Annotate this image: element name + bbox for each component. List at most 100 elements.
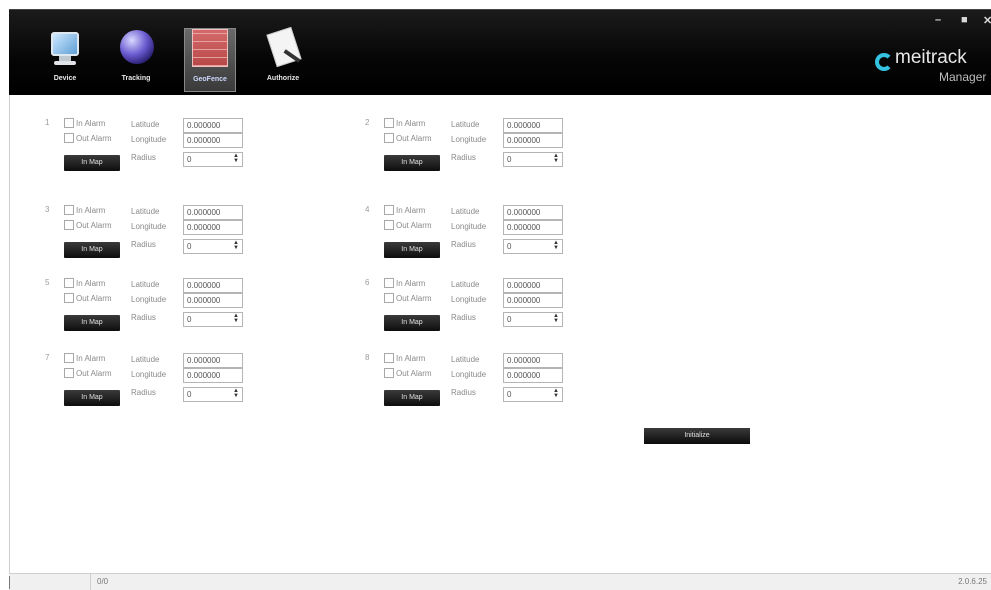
longitude-label: Longitude — [131, 295, 167, 304]
spinner-arrows-icon[interactable]: ▲ ▼ — [233, 240, 239, 251]
in-alarm-label: In Alarm — [396, 278, 426, 288]
globe-icon — [116, 28, 156, 68]
spinner-arrows-icon[interactable]: ▲ ▼ — [233, 313, 239, 324]
out-alarm-checkbox[interactable]: Out Alarm — [384, 133, 432, 143]
out-alarm-checkbox[interactable]: Out Alarm — [64, 133, 112, 143]
document-icon — [263, 26, 303, 68]
fence-number: 7 — [45, 353, 50, 362]
spinner-arrows-icon[interactable]: ▲ ▼ — [553, 388, 559, 399]
in-map-button[interactable]: In Map — [64, 390, 120, 406]
spinner-arrows-icon[interactable]: ▲ ▼ — [233, 388, 239, 399]
in-alarm-checkbox[interactable]: In Alarm — [64, 118, 105, 128]
spinner-arrows-icon[interactable]: ▲ ▼ — [553, 313, 559, 324]
checkbox-icon — [64, 368, 74, 378]
longitude-label: Longitude — [131, 222, 167, 231]
radius-spinner[interactable]: 0 ▲ ▼ — [503, 387, 563, 402]
longitude-input[interactable]: 0.000000 — [503, 133, 563, 148]
in-map-button[interactable]: In Map — [384, 390, 440, 406]
latitude-input[interactable]: 0.000000 — [183, 205, 243, 220]
radius-spinner[interactable]: 0 ▲ ▼ — [183, 239, 243, 254]
in-map-button[interactable]: In Map — [384, 242, 440, 258]
radius-label: Radius — [451, 153, 476, 162]
in-map-button[interactable]: In Map — [64, 315, 120, 331]
longitude-input[interactable]: 0.000000 — [503, 368, 563, 383]
initialize-button[interactable]: Initialize — [644, 428, 750, 444]
in-map-button[interactable]: In Map — [64, 242, 120, 258]
fence-number: 8 — [365, 353, 370, 362]
out-alarm-checkbox[interactable]: Out Alarm — [64, 293, 112, 303]
in-alarm-checkbox[interactable]: In Alarm — [64, 353, 105, 363]
nav-authorize-label: Authorize — [266, 75, 300, 82]
latitude-label: Latitude — [451, 355, 480, 364]
latitude-input[interactable]: 0.000000 — [503, 278, 563, 293]
nav-tracking[interactable]: Tracking — [110, 28, 162, 92]
in-map-button[interactable]: In Map — [384, 155, 440, 171]
window-top-border — [0, 0, 991, 9]
in-alarm-checkbox[interactable]: In Alarm — [64, 278, 105, 288]
longitude-input[interactable]: 0.000000 — [183, 293, 243, 308]
in-alarm-checkbox[interactable]: In Alarm — [384, 278, 425, 288]
out-alarm-checkbox[interactable]: Out Alarm — [64, 220, 112, 230]
brick-wall-icon — [190, 29, 230, 69]
spinner-arrows-icon[interactable]: ▲ ▼ — [553, 153, 559, 164]
nav-authorize[interactable]: Authorize — [257, 26, 309, 92]
checkbox-icon — [64, 205, 74, 215]
nav-device[interactable]: Device — [39, 28, 91, 92]
radius-spinner[interactable]: 0 ▲ ▼ — [503, 312, 563, 327]
radius-spinner[interactable]: 0 ▲ ▼ — [503, 239, 563, 254]
latitude-input[interactable]: 0.000000 — [183, 278, 243, 293]
radius-label: Radius — [451, 313, 476, 322]
in-alarm-label: In Alarm — [76, 353, 106, 363]
in-alarm-checkbox[interactable]: In Alarm — [384, 118, 425, 128]
radius-spinner[interactable]: 0 ▲ ▼ — [183, 152, 243, 167]
geofence-block: 8 In Alarm Out Alarm Latitude Longitude … — [365, 353, 665, 419]
in-alarm-checkbox[interactable]: In Alarm — [64, 205, 105, 215]
geofence-block: 6 In Alarm Out Alarm Latitude Longitude … — [365, 278, 665, 344]
geofence-block: 7 In Alarm Out Alarm Latitude Longitude … — [45, 353, 345, 419]
latitude-input[interactable]: 0.000000 — [503, 205, 563, 220]
latitude-label: Latitude — [131, 120, 160, 129]
geofence-block: 5 In Alarm Out Alarm Latitude Longitude … — [45, 278, 345, 344]
out-alarm-checkbox[interactable]: Out Alarm — [384, 368, 432, 378]
longitude-input[interactable]: 0.000000 — [503, 293, 563, 308]
latitude-input[interactable]: 0.000000 — [503, 353, 563, 368]
in-map-button[interactable]: In Map — [64, 155, 120, 171]
nav-geofence[interactable]: GeoFence — [184, 28, 236, 92]
in-alarm-checkbox[interactable]: In Alarm — [384, 353, 425, 363]
longitude-label: Longitude — [451, 135, 487, 144]
checkbox-icon — [384, 220, 394, 230]
checkbox-icon — [384, 368, 394, 378]
latitude-label: Latitude — [451, 120, 480, 129]
latitude-input[interactable]: 0.000000 — [183, 118, 243, 133]
nav-geofence-label: GeoFence — [193, 76, 227, 83]
longitude-input[interactable]: 0.000000 — [183, 133, 243, 148]
spinner-arrows-icon[interactable]: ▲ ▼ — [553, 240, 559, 251]
radius-value: 0 — [187, 242, 192, 251]
spinner-arrows-icon[interactable]: ▲ ▼ — [233, 153, 239, 164]
latitude-label: Latitude — [131, 207, 160, 216]
longitude-input[interactable]: 0.000000 — [503, 220, 563, 235]
radius-spinner[interactable]: 0 ▲ ▼ — [503, 152, 563, 167]
geofence-block: 3 In Alarm Out Alarm Latitude Longitude … — [45, 205, 345, 271]
out-alarm-checkbox[interactable]: Out Alarm — [384, 293, 432, 303]
radius-label: Radius — [451, 240, 476, 249]
in-map-button[interactable]: In Map — [384, 315, 440, 331]
longitude-input[interactable]: 0.000000 — [183, 220, 243, 235]
checkbox-icon — [64, 353, 74, 363]
radius-spinner[interactable]: 0 ▲ ▼ — [183, 387, 243, 402]
latitude-input[interactable]: 0.000000 — [503, 118, 563, 133]
out-alarm-checkbox[interactable]: Out Alarm — [64, 368, 112, 378]
latitude-input[interactable]: 0.000000 — [183, 353, 243, 368]
longitude-input[interactable]: 0.000000 — [183, 368, 243, 383]
maximize-button[interactable]: ■ — [961, 14, 968, 26]
checkbox-icon — [64, 133, 74, 143]
radius-value: 0 — [187, 390, 192, 399]
minimize-button[interactable]: – — [935, 14, 941, 26]
radius-spinner[interactable]: 0 ▲ ▼ — [183, 312, 243, 327]
out-alarm-checkbox[interactable]: Out Alarm — [384, 220, 432, 230]
checkbox-icon — [384, 205, 394, 215]
geofence-panel: 1 In Alarm Out Alarm Latitude Longitude … — [9, 95, 991, 573]
longitude-label: Longitude — [131, 135, 167, 144]
close-button[interactable]: ✕ — [983, 14, 991, 27]
in-alarm-checkbox[interactable]: In Alarm — [384, 205, 425, 215]
